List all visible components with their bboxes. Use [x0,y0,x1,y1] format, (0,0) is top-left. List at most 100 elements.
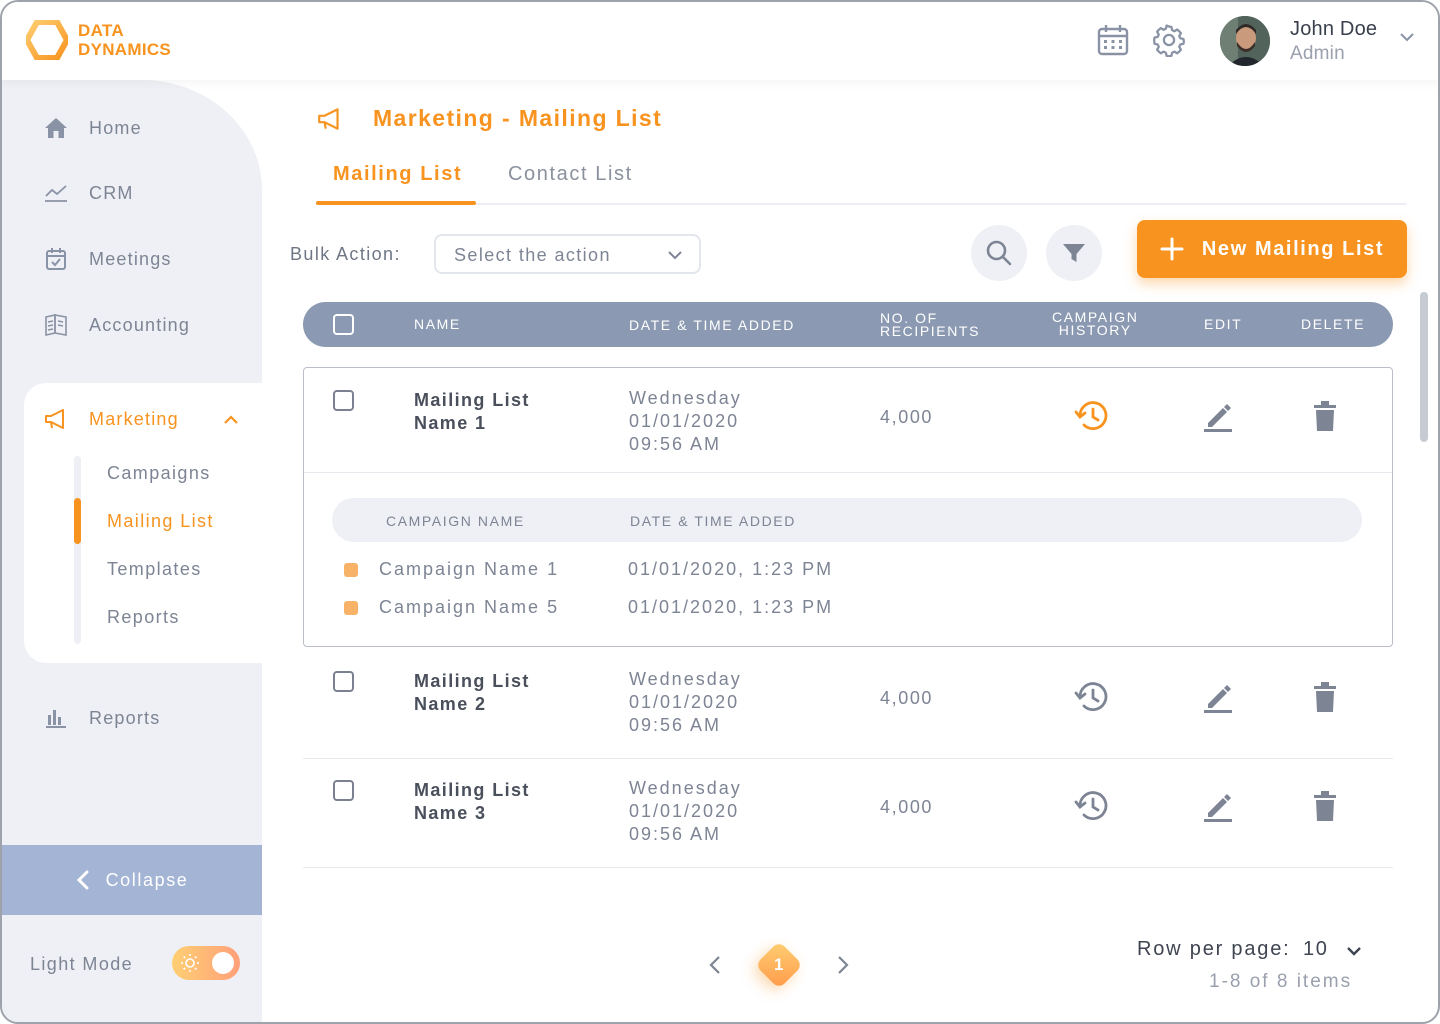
row-checkbox[interactable] [333,780,354,801]
sidebar-sub-campaigns[interactable]: Campaigns [107,463,211,484]
search-button[interactable] [971,225,1027,281]
light-mode-label: Light Mode [30,954,134,974]
user-name[interactable]: John Doe [1290,18,1377,41]
table-row[interactable]: Mailing List Name 3 Wednesday 01/01/2020 09… [303,758,1393,868]
page-button-current[interactable]: 1 [754,940,804,990]
mailing-list-name[interactable]: Mailing List Name 2 [414,670,530,716]
table-row[interactable]: Mailing List Name 2 Wednesday 01/01/2020 09… [303,649,1393,759]
sidebar-sub-reports[interactable]: Reports [107,607,180,628]
marketing-group: Marketing Campaigns Mailing List Templat… [24,383,264,663]
chevron-down-icon [668,251,682,260]
campaign-bullet [344,563,358,577]
sidebar-item-reports[interactable]: Reports [42,698,160,738]
chevron-right-icon[interactable] [835,954,851,976]
avatar[interactable] [1220,16,1270,66]
history-icon[interactable] [1074,680,1110,714]
sidebar-item-accounting[interactable]: Accounting [42,305,190,345]
mailing-list-name[interactable]: Mailing List Name 3 [414,779,530,825]
campaign-name: Campaign Name 1 [379,559,560,579]
ledger-icon [42,311,70,339]
chevron-down-icon[interactable] [1345,944,1363,958]
scrollbar-thumb[interactable] [1420,292,1428,442]
brand-logo[interactable]: DATA DYNAMICS [26,20,171,60]
sidebar-item-marketing[interactable]: Marketing [42,399,179,439]
items-summary: 1-8 of 8 items [1209,971,1353,992]
tab-mailing-list[interactable]: Mailing List [333,163,462,186]
sidebar-item-meetings[interactable]: Meetings [42,239,172,279]
edit-icon[interactable] [1202,681,1234,713]
brand-name: DATA DYNAMICS [78,21,172,59]
trash-icon[interactable] [1312,400,1338,432]
tabs-divider [316,203,1406,205]
campaign-date: 01/01/2020, 1:23 PM [628,559,834,579]
date-added: Wednesday 01/01/2020 09:56 AM [629,778,742,844]
column-delete: DELETE [1301,316,1366,332]
sidebar-item-home[interactable]: Home [42,108,142,148]
date-added: Wednesday 01/01/2020 09:56 AM [629,669,742,735]
rows-per-page-label: Row per page: [1137,938,1291,960]
light-mode-toggle[interactable] [172,946,240,980]
tab-active-indicator [316,201,476,205]
chevron-left-icon[interactable] [707,954,723,976]
table-header: NAME DATE & TIME ADDED NO. OF RECIPIENTS … [303,302,1393,347]
bar-chart-icon [42,704,70,732]
edit-icon[interactable] [1202,400,1234,432]
submenu-rail [74,456,81,644]
campaign-history-header: CAMPAIGN NAME DATE & TIME ADDED [332,498,1362,542]
column-campaign-history[interactable]: CAMPAIGN HISTORY [1052,310,1138,337]
select-all-checkbox[interactable] [333,314,354,335]
collapse-button[interactable]: Collapse [2,845,262,915]
chart-line-icon [42,179,70,207]
filter-icon [1063,244,1085,262]
column-name[interactable]: NAME [414,317,461,331]
submenu-active-indicator [74,498,81,544]
campaign-date: 01/01/2020, 1:23 PM [628,597,834,617]
chevron-down-icon[interactable] [1398,30,1416,44]
top-bar: DATA DYNAMICS John Doe Admin [2,2,1438,80]
sidebar-item-crm[interactable]: CRM [42,173,134,213]
history-icon[interactable] [1074,789,1110,823]
table-row-expanded[interactable]: Mailing List Name 1 Wednesday 01/01/2020 09… [303,367,1393,647]
page-title: Marketing - Mailing List [373,105,663,131]
recipients-count: 4,000 [880,797,934,817]
toggle-knob [212,952,234,974]
rows-per-page-value[interactable]: 10 [1303,938,1328,961]
recipients-count: 4,000 [880,688,934,708]
trash-icon[interactable] [1312,681,1338,713]
sidebar-sub-mailing-list[interactable]: Mailing List [107,511,214,532]
column-campaign-date: DATE & TIME ADDED [630,513,796,529]
user-photo-icon [1220,16,1270,66]
column-campaign-name: CAMPAIGN NAME [386,513,525,529]
bulk-action-label: Bulk Action: [290,244,401,264]
mailing-list-name[interactable]: Mailing List Name 1 [414,389,530,435]
gear-icon[interactable] [1151,22,1187,58]
date-added: Wednesday 01/01/2020 09:56 AM [629,388,742,454]
row-checkbox[interactable] [333,390,354,411]
calendar-icon[interactable] [1095,22,1131,58]
sun-icon [181,954,199,972]
home-icon [42,114,70,142]
new-mailing-list-button[interactable]: New Mailing List [1137,220,1407,278]
app-window: DATA DYNAMICS John Doe Admin Home CRM Me… [0,0,1440,1024]
megaphone-icon [318,108,339,130]
bulk-action-select[interactable]: Select the action [434,234,701,274]
filter-button[interactable] [1046,225,1102,281]
user-role: Admin [1290,43,1345,64]
edit-icon[interactable] [1202,790,1234,822]
calendar-check-icon [42,245,70,273]
column-edit: EDIT [1204,316,1243,332]
trash-icon[interactable] [1312,790,1338,822]
search-icon [986,240,1012,266]
sidebar: Home CRM Meetings Accounting Marketing C… [2,80,264,1022]
chevron-up-icon[interactable] [222,413,240,427]
column-date[interactable]: DATE & TIME ADDED [629,318,795,332]
sidebar-sub-templates[interactable]: Templates [107,559,202,580]
chevron-left-icon [76,870,89,890]
megaphone-icon [42,405,70,433]
column-recipients[interactable]: NO. OF RECIPIENTS [880,311,980,338]
campaign-name: Campaign Name 5 [379,597,560,617]
history-icon[interactable] [1074,399,1110,433]
tab-contact-list[interactable]: Contact List [508,163,633,186]
hexagon-logo-icon [26,20,68,60]
row-checkbox[interactable] [333,671,354,692]
